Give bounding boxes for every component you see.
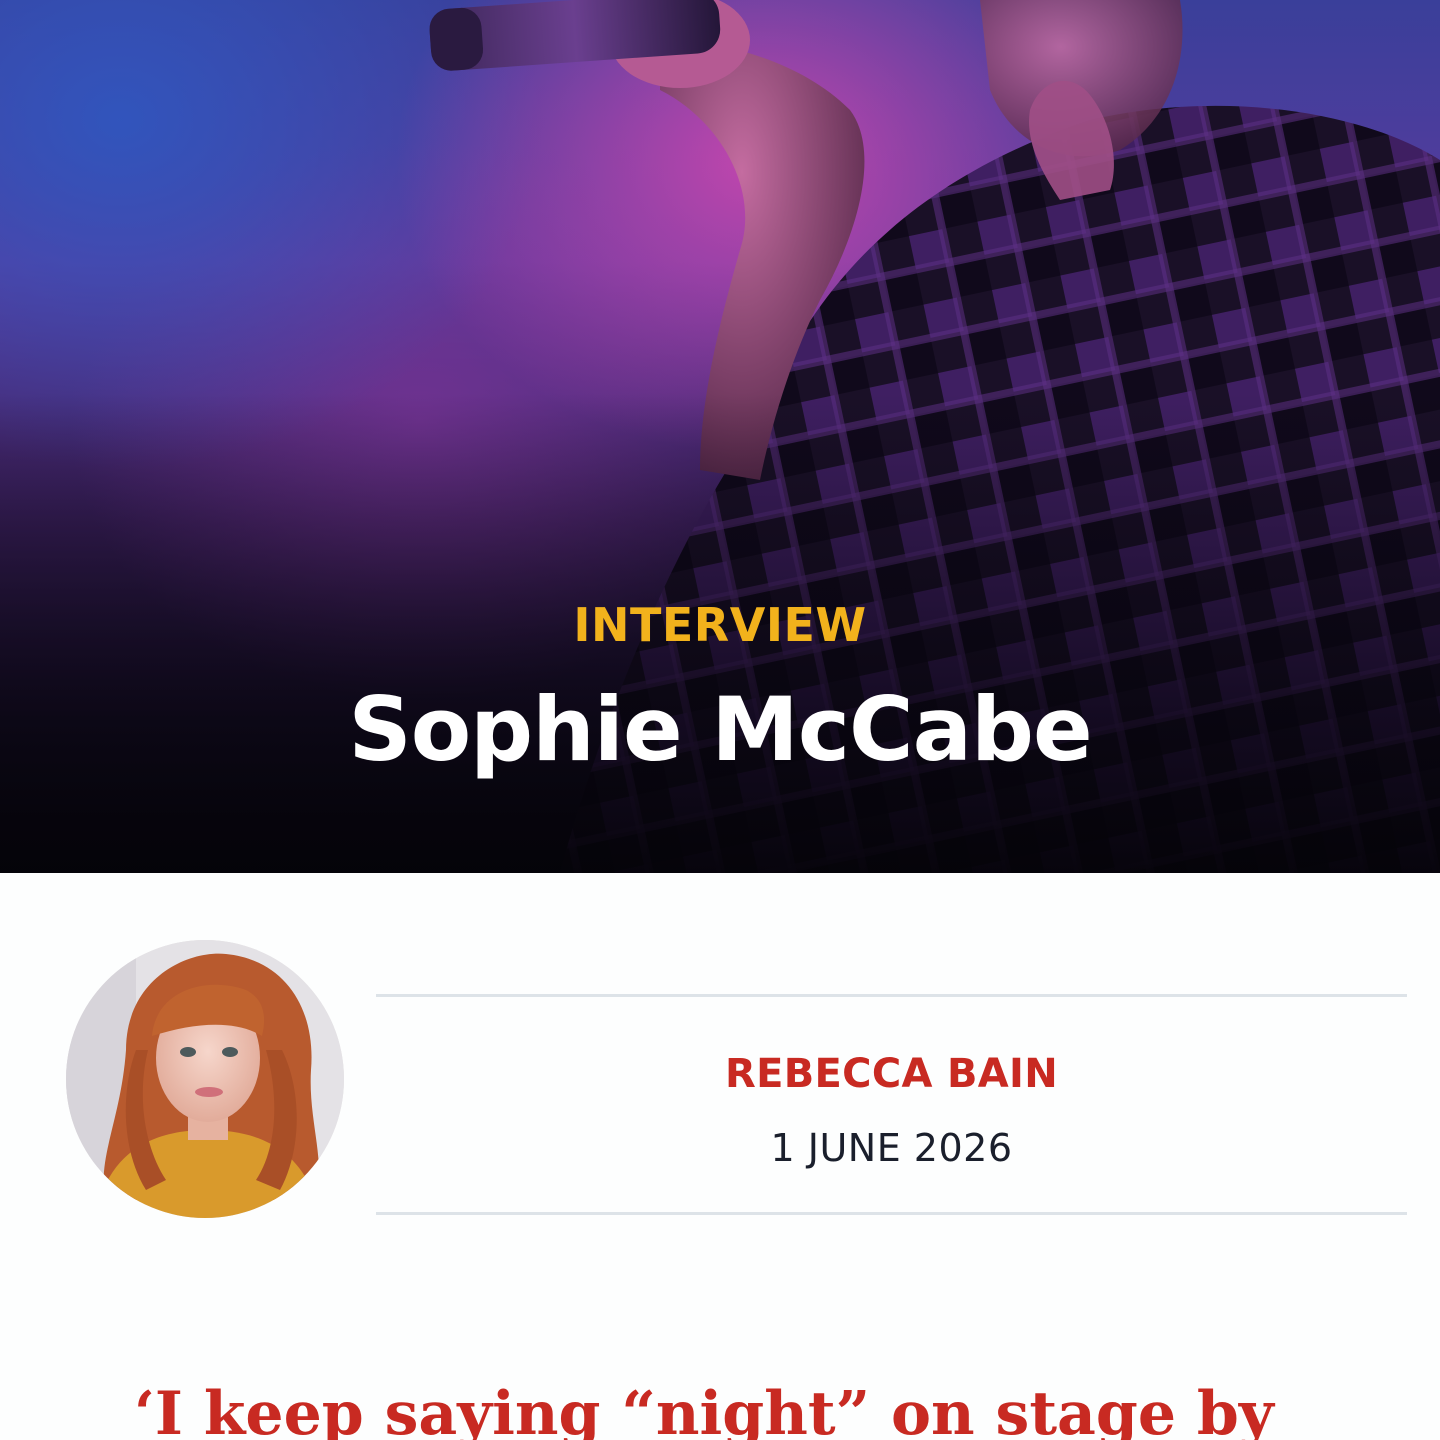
byline-divider-top [376,994,1407,997]
article-pull-quote: ‘I keep saying “night” on stage by [134,1379,1274,1440]
author-avatar[interactable] [66,940,344,1218]
article-page: INTERVIEW Sophie McCabe REBECCA BAIN 1 J… [0,0,1440,1440]
publish-date: 1 JUNE 2026 [770,1126,1013,1170]
article-category-label[interactable]: INTERVIEW [0,598,1440,652]
article-title: Sophie McCabe [348,678,1092,781]
author-portrait-image [66,940,344,1218]
byline-section: REBECCA BAIN 1 JUNE 2026 [0,873,1440,1293]
byline-divider-bottom [376,1212,1407,1215]
hero-banner: INTERVIEW Sophie McCabe [0,0,1440,873]
author-name-link[interactable]: REBECCA BAIN [376,1051,1407,1097]
